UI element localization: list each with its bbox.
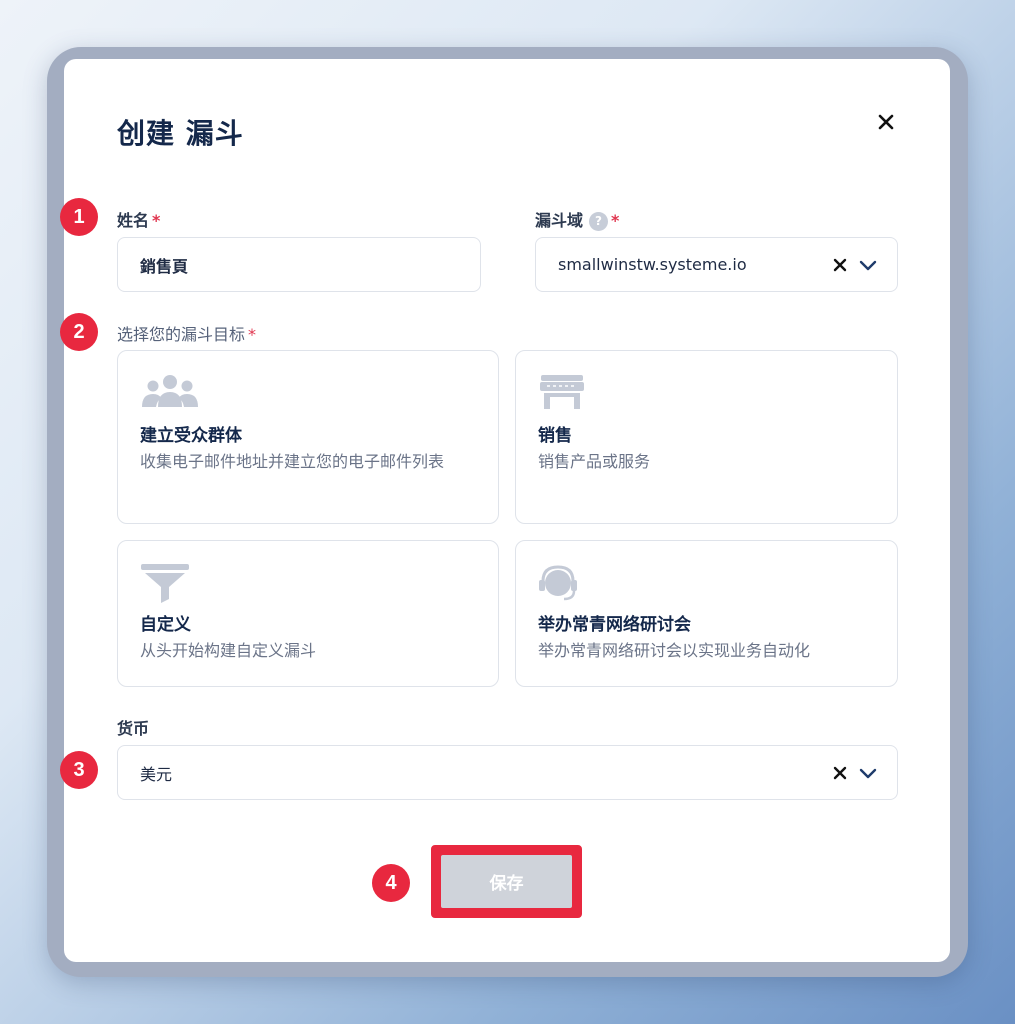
domain-select[interactable]: smallwinstw.systeme.io: [535, 237, 898, 292]
currency-select-value: 美元: [140, 764, 173, 784]
required-mark: *: [152, 211, 161, 230]
close-button[interactable]: [872, 108, 900, 136]
store-icon: [540, 375, 584, 409]
close-icon: [878, 114, 894, 130]
chevron-down-icon[interactable]: [859, 767, 877, 779]
funnel-icon: [141, 564, 189, 603]
required-mark: *: [248, 325, 257, 344]
help-icon[interactable]: ?: [589, 211, 609, 231]
goal-card-sales[interactable]: 销售 销售产品或服务: [515, 350, 898, 524]
clear-icon[interactable]: [833, 258, 847, 272]
goal-card-webinar[interactable]: 举办常青网络研讨会 举办常青网络研讨会以实现业务自动化: [515, 540, 898, 687]
currency-label: 货币: [117, 719, 150, 738]
domain-label: 漏斗域? *: [535, 211, 620, 231]
currency-select[interactable]: 美元: [117, 745, 898, 800]
save-button[interactable]: 保存: [441, 855, 572, 908]
audience-icon: [142, 375, 198, 407]
goal-card-title: 销售: [538, 426, 572, 446]
goal-label: 选择您的漏斗目标 *: [117, 325, 257, 344]
name-label: 姓名 *: [117, 211, 161, 230]
step-badge-4: 4: [372, 864, 410, 902]
required-mark: *: [611, 211, 620, 230]
name-input-value: 銷售頁: [140, 256, 189, 276]
step-badge-3: 3: [60, 751, 98, 789]
step-badge-2: 2: [60, 313, 98, 351]
modal-title: 创建 漏斗: [117, 117, 244, 150]
clear-icon[interactable]: [833, 766, 847, 780]
goal-card-title: 建立受众群体: [140, 426, 242, 446]
name-input[interactable]: 銷售頁: [117, 237, 481, 292]
goal-card-description: 收集电子邮件地址并建立您的电子邮件列表: [140, 452, 445, 471]
goal-card-description: 销售产品或服务: [538, 452, 651, 471]
goal-card-title: 自定义: [140, 615, 191, 635]
goal-card-title: 举办常青网络研讨会: [538, 615, 691, 635]
chevron-down-icon[interactable]: [859, 259, 877, 271]
goal-card-audience[interactable]: 建立受众群体 收集电子邮件地址并建立您的电子邮件列表: [117, 350, 499, 524]
headset-icon: [539, 565, 577, 601]
step-badge-1: 1: [60, 198, 98, 236]
goal-card-description: 从头开始构建自定义漏斗: [140, 641, 317, 660]
goal-card-custom[interactable]: 自定义 从头开始构建自定义漏斗: [117, 540, 499, 687]
goal-card-description: 举办常青网络研讨会以实现业务自动化: [538, 641, 811, 660]
domain-select-value: smallwinstw.systeme.io: [558, 255, 747, 274]
